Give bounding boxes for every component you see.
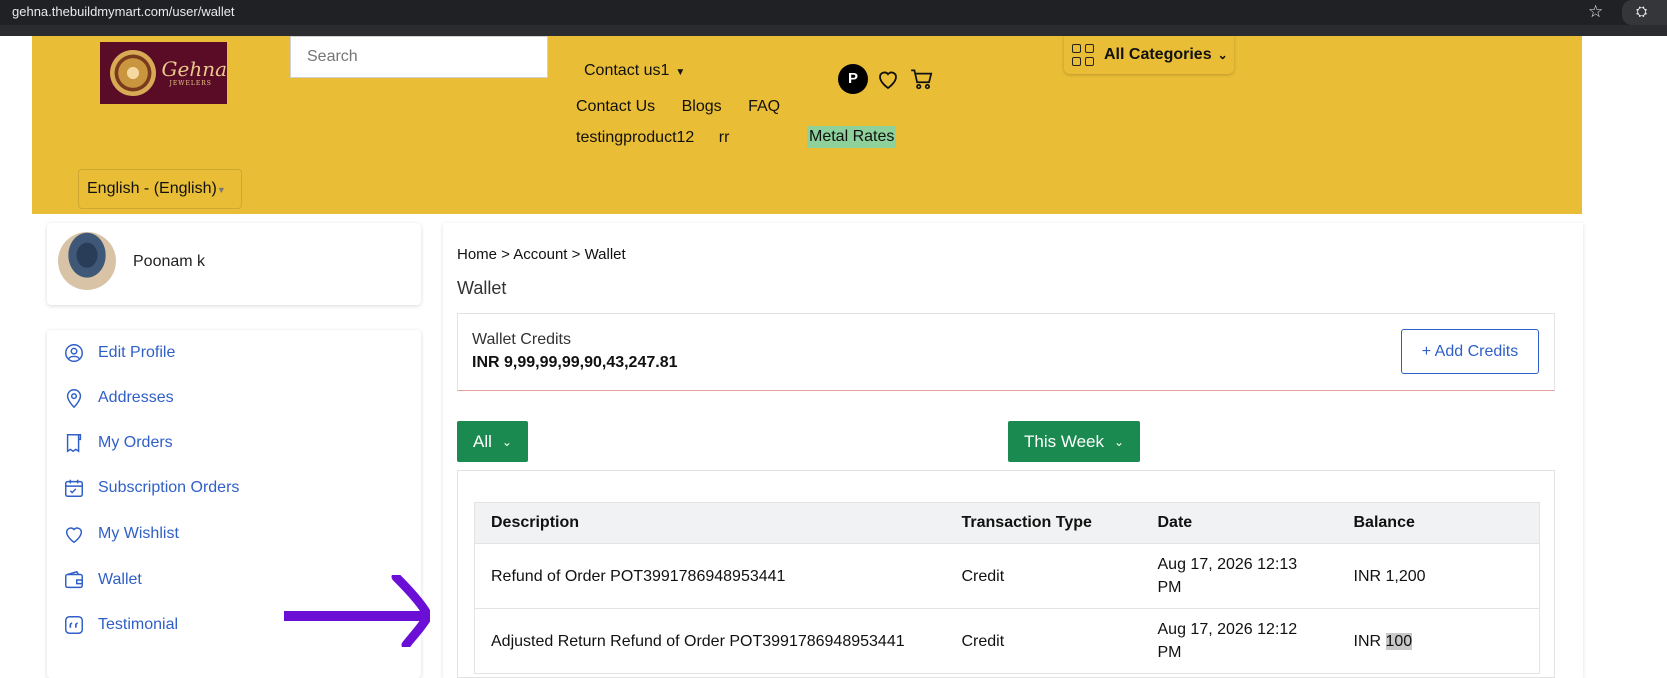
wallet-credits-amount: INR 9,99,99,99,90,43,247.81 [472, 354, 678, 371]
transaction-type-filter[interactable]: All ⌄ [457, 421, 528, 462]
nav-link-faq[interactable]: FAQ [748, 98, 780, 115]
balance-value: 100 [1385, 632, 1413, 650]
nav-link-rr[interactable]: rr [719, 129, 730, 146]
nav-links: Contact Us Blogs FAQ [576, 98, 802, 116]
incognito-icon: ⛭ [1636, 3, 1648, 19]
brand-subtitle: JEWELERS [169, 80, 212, 87]
sidebar-item-my-wishlist[interactable]: My Wishlist [63, 523, 179, 545]
location-pin-icon [66, 389, 82, 409]
grid-icon [1072, 44, 1094, 66]
column-header: Balance [1337, 502, 1540, 544]
wallet-icon [65, 570, 83, 589]
user-avatar-button[interactable]: P [838, 64, 868, 94]
quote-icon [65, 616, 83, 634]
metal-rates-link[interactable]: Metal Rates [807, 126, 897, 148]
table-row: Adjusted Return Refund of Order POT39917… [474, 608, 1540, 674]
cell-description: Refund of Order POT3991786948953441 [474, 543, 946, 609]
transactions-table-container: Description Transaction Type Date Balanc… [457, 470, 1555, 678]
column-header: Transaction Type [945, 502, 1142, 544]
chevron-down-icon: ⌄ [501, 434, 512, 449]
sidebar-item-subscription-orders[interactable]: Subscription Orders [63, 477, 239, 499]
logo-emblem-icon [110, 50, 156, 96]
annotation-arrow-icon [284, 575, 430, 647]
wallet-panel: Home > Account > Wallet Wallet Wallet Cr… [443, 223, 1583, 678]
caret-down-icon: ▼ [216, 185, 226, 195]
sidebar-item-label: Subscription Orders [98, 479, 240, 496]
sidebar-item-label: My Wishlist [98, 525, 179, 542]
user-name: Poonam k [133, 253, 206, 270]
nav-link-testingproduct12[interactable]: testingproduct12 [576, 129, 694, 146]
column-header: Date [1141, 502, 1338, 544]
chevron-down-icon: ⌄ [1114, 434, 1125, 449]
wishlist-heart-icon[interactable] [875, 67, 901, 91]
column-header: Description [474, 502, 946, 544]
caret-down-icon: ▼ [675, 67, 686, 78]
table-row: Refund of Order POT3991786948953441 Cred… [474, 543, 1540, 609]
breadcrumb[interactable]: Home > Account > Wallet [457, 246, 626, 263]
profile-card: Poonam k [47, 223, 421, 305]
orders-icon [66, 434, 82, 453]
search-input[interactable] [290, 36, 548, 78]
table-header-row: Description Transaction Type Date Balanc… [474, 502, 1540, 544]
transactions-table: Description Transaction Type Date Balanc… [474, 502, 1540, 674]
extension-area[interactable]: ⛭ [1622, 0, 1667, 25]
sidebar-item-label: My Orders [98, 434, 173, 451]
cell-balance: INR 1,200 [1337, 543, 1540, 609]
browser-toolbar-edge [0, 25, 1667, 36]
cell-balance: INR 100 [1337, 608, 1540, 674]
balance-value: 1,200 [1385, 567, 1426, 585]
bookmark-star-icon[interactable]: ☆ [1588, 2, 1603, 22]
nav-link-contact-us[interactable]: Contact Us [576, 98, 655, 115]
cell-type: Credit [945, 608, 1142, 674]
language-select[interactable]: English - (English)▼ [78, 169, 242, 209]
wallet-credits-label: Wallet Credits [472, 331, 571, 348]
browser-address-bar[interactable]: gehna.thebuildmymart.com/user/wallet ☆ ⛭ [0, 0, 1667, 25]
sidebar-item-label: Edit Profile [98, 344, 176, 361]
wallet-credits-card: Wallet Credits INR 9,99,99,99,90,43,247.… [457, 313, 1555, 391]
cell-date: Aug 17, 2026 12:12 PM [1141, 608, 1338, 674]
page-title: Wallet [457, 278, 507, 298]
cell-description: Adjusted Return Refund of Order POT39917… [474, 608, 946, 674]
brand-name: Gehna [161, 57, 228, 81]
cell-date: Aug 17, 2026 12:13 PM [1141, 543, 1338, 609]
filter-label: All [473, 431, 492, 451]
language-value: English - (English) [87, 180, 217, 197]
sidebar-item-wallet[interactable]: Wallet [63, 569, 142, 591]
contact-dropdown-label: Contact us1 [584, 62, 670, 79]
sidebar-item-addresses[interactable]: Addresses [63, 387, 174, 409]
nav-links-secondary: testingproduct12 rr [576, 129, 729, 147]
all-categories-label: All Categories [1104, 46, 1212, 63]
url-text[interactable]: gehna.thebuildmymart.com/user/wallet [12, 4, 235, 19]
avatar[interactable] [58, 232, 116, 290]
sidebar-item-label: Wallet [98, 571, 142, 588]
site-header: Gehna JEWELERS Contact us1 ▼ Contact Us B… [32, 36, 1582, 214]
filter-label: This Week [1024, 431, 1104, 451]
logo-text: Gehna JEWELERS [162, 59, 228, 87]
balance-currency: INR [1353, 632, 1386, 650]
cart-icon[interactable] [908, 66, 936, 92]
sidebar-item-my-orders[interactable]: My Orders [63, 432, 173, 454]
site-logo[interactable]: Gehna JEWELERS [100, 42, 227, 104]
cell-type: Credit [945, 543, 1142, 609]
period-filter[interactable]: This Week ⌄ [1008, 421, 1141, 462]
calendar-icon [65, 479, 83, 497]
sidebar-item-edit-profile[interactable]: Edit Profile [63, 342, 175, 364]
contact-dropdown[interactable]: Contact us1 ▼ [584, 62, 685, 80]
chevron-down-icon: ⌄ [1217, 48, 1228, 62]
nav-link-blogs[interactable]: Blogs [682, 98, 722, 115]
sidebar-item-label: Addresses [98, 389, 174, 406]
heart-icon [65, 527, 83, 544]
user-icon [65, 344, 83, 362]
all-categories-button[interactable]: All Categories ⌄ [1064, 36, 1234, 74]
sidebar-item-label: Testimonial [98, 616, 179, 633]
add-credits-button[interactable]: + Add Credits [1401, 329, 1539, 374]
header-icons: P [838, 64, 936, 94]
balance-currency: INR [1353, 567, 1386, 585]
sidebar-item-testimonial[interactable]: Testimonial [63, 614, 178, 636]
